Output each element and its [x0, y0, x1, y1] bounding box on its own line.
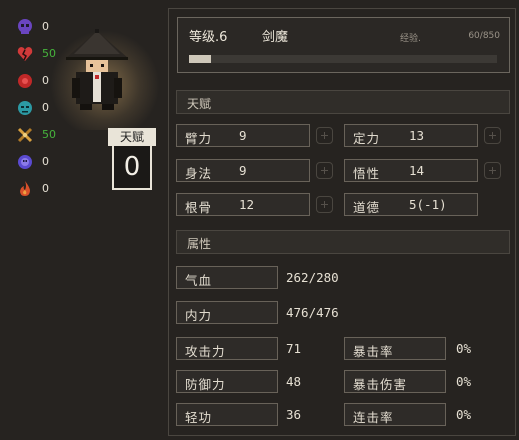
- attr-hp-value: 262/280: [286, 270, 339, 285]
- stat-focus: 定力 13: [344, 124, 478, 147]
- attr-label: 暴击率: [353, 344, 394, 359]
- stat-label: 悟性: [353, 166, 381, 181]
- exp-value: 60/850: [468, 31, 500, 41]
- attr-crit-damage-value: 0%: [456, 374, 472, 389]
- stat-value: 9: [239, 128, 247, 143]
- stat-value: 5(-1): [409, 197, 447, 212]
- status-value: 0: [42, 74, 49, 87]
- attr-label: 连击率: [353, 410, 394, 425]
- status-row: 0: [16, 180, 76, 200]
- attr-combo-rate-label-box: 连击率: [344, 403, 446, 426]
- status-value: 0: [42, 101, 49, 114]
- stat-label: 身法: [185, 166, 213, 181]
- flame-icon: [20, 181, 30, 196]
- attr-label: 气血: [185, 273, 213, 288]
- attr-label: 攻击力: [185, 344, 226, 359]
- attr-label: 防御力: [185, 377, 226, 392]
- status-value: 0: [42, 182, 49, 195]
- purple-skull-icon: [18, 19, 32, 34]
- status-row: 0: [16, 153, 76, 173]
- add-constitution-button[interactable]: [316, 196, 333, 213]
- stat-value: 13: [409, 128, 425, 143]
- stat-agility: 身法 9: [176, 159, 310, 182]
- crossed-bones-icon: [17, 127, 33, 143]
- attribute-section-title: 属性: [187, 237, 212, 251]
- teal-demon-icon: [18, 101, 32, 115]
- status-value: 0: [42, 20, 49, 33]
- add-insight-button[interactable]: [484, 162, 501, 179]
- exp-progress-fill: [189, 55, 211, 63]
- status-value: 0: [42, 155, 49, 168]
- add-agility-button[interactable]: [316, 162, 333, 179]
- stat-insight: 悟性 14: [344, 159, 478, 182]
- attr-attack-label-box: 攻击力: [176, 337, 278, 360]
- stat-label: 根骨: [185, 200, 213, 215]
- exp-progress-bar: [189, 55, 497, 63]
- talent-points-badge: 天赋 0: [108, 128, 156, 190]
- character-portrait: [66, 29, 128, 110]
- attribute-section-header: 属性: [176, 230, 510, 254]
- stat-morality: 道德 5(-1): [344, 193, 478, 216]
- attr-hp-label-box: 气血: [176, 266, 278, 289]
- attr-qinggong-label-box: 轻功: [176, 403, 278, 426]
- stat-value: 9: [239, 163, 247, 178]
- red-orb-icon: [18, 74, 32, 88]
- character-title: 剑魔: [262, 30, 289, 45]
- attr-label: 暴击伤害: [353, 377, 408, 392]
- stat-label: 道德: [353, 200, 381, 215]
- stat-label: 臂力: [185, 131, 213, 146]
- attr-label: 内力: [185, 308, 213, 323]
- level-label: 等级.6: [189, 30, 228, 45]
- add-strength-button[interactable]: [316, 127, 333, 144]
- stat-constitution: 根骨 12: [176, 193, 310, 216]
- add-focus-button[interactable]: [484, 127, 501, 144]
- attr-label: 轻功: [185, 410, 213, 425]
- attr-mp-label-box: 内力: [176, 301, 278, 324]
- attr-defense-value: 48: [286, 374, 302, 389]
- attr-mp-value: 476/476: [286, 305, 339, 320]
- talent-section-title: 天赋: [187, 97, 212, 111]
- blue-ghost-icon: [18, 155, 32, 169]
- attr-attack-value: 71: [286, 341, 302, 356]
- attr-crit-rate-label-box: 暴击率: [344, 337, 446, 360]
- broken-heart-icon: [17, 47, 33, 61]
- attr-combo-rate-value: 0%: [456, 407, 472, 422]
- exp-label: 经验.: [400, 34, 421, 44]
- talent-section-header: 天赋: [176, 90, 510, 114]
- attr-defense-label-box: 防御力: [176, 370, 278, 393]
- attr-crit-rate-value: 0%: [456, 341, 472, 356]
- stat-label: 定力: [353, 131, 381, 146]
- stat-value: 14: [409, 163, 425, 178]
- attr-crit-damage-label-box: 暴击伤害: [344, 370, 446, 393]
- stat-value: 12: [239, 197, 255, 212]
- talent-badge-value: 0: [112, 144, 152, 190]
- stat-strength: 臂力 9: [176, 124, 310, 147]
- attr-qinggong-value: 36: [286, 407, 302, 422]
